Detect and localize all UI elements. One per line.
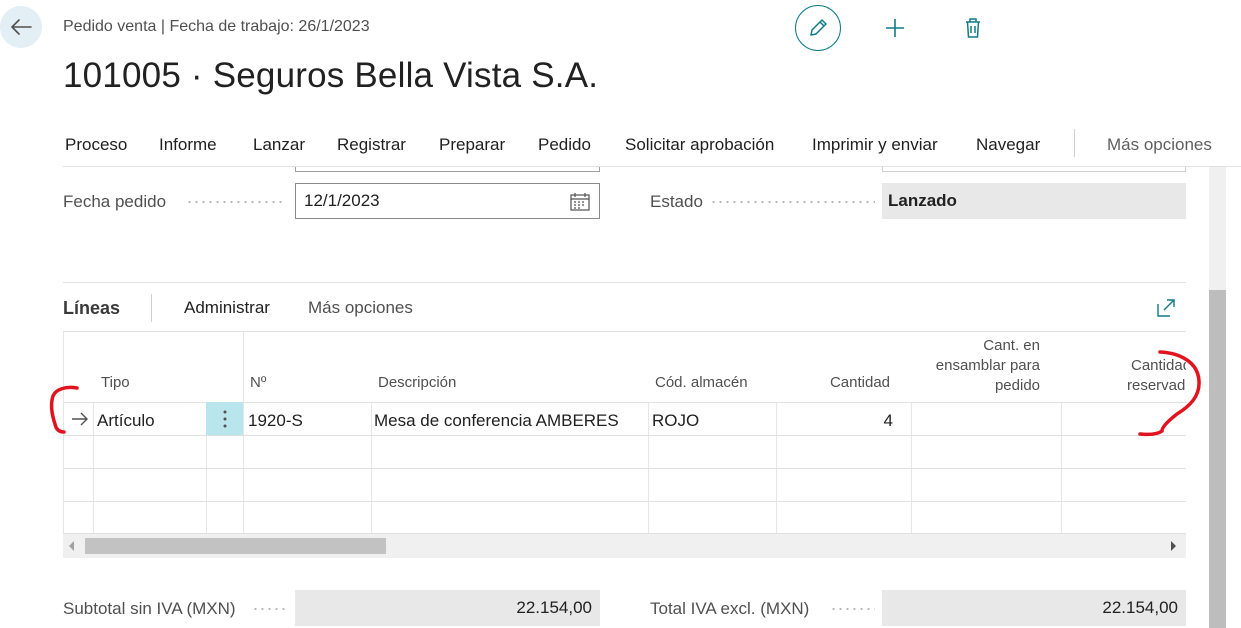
lines-mas-opciones[interactable]: Más opciones <box>308 298 413 318</box>
header-no[interactable]: Nº <box>250 373 266 393</box>
row-actions-button[interactable] <box>206 402 243 435</box>
row-divider <box>63 501 1186 502</box>
menu-preparar[interactable]: Preparar <box>439 135 505 155</box>
lines-separator <box>151 294 152 322</box>
previous-field-edge <box>295 167 600 172</box>
header-cantidad[interactable]: Cantidad <box>776 373 890 393</box>
header-cantidad-reservada[interactable]: Cantidad reservada <box>1103 356 1186 396</box>
trash-icon <box>966 18 980 38</box>
menu-registrar[interactable]: Registrar <box>337 135 406 155</box>
menu-solicitar-aprobacion[interactable]: Solicitar aprobación <box>625 135 774 155</box>
lines-grid: Tipo Nº Descripción Cód. almacén Cantida… <box>63 332 1186 534</box>
header-tipo[interactable]: Tipo <box>101 373 130 393</box>
cell-cantidad[interactable]: 4 <box>776 411 893 431</box>
edit-button[interactable] <box>795 5 841 51</box>
pencil-icon <box>810 19 827 36</box>
page-subtitle: Pedido venta | Fecha de trabajo: 26/1/20… <box>63 18 370 35</box>
menu-proceso[interactable]: Proceso <box>65 135 127 155</box>
order-date-label: Fecha pedido <box>63 192 167 211</box>
row-arrow-icon <box>72 412 88 426</box>
scroll-left-arrow[interactable] <box>69 541 74 551</box>
new-button[interactable] <box>881 14 909 42</box>
back-arrow-icon <box>10 19 32 35</box>
leader-dots <box>830 608 875 610</box>
horizontal-scroll-thumb[interactable] <box>85 538 386 554</box>
order-date-value: 12/1/2023 <box>304 191 380 210</box>
page-title: 101005 · Seguros Bella Vista S.A. <box>63 56 599 95</box>
cell-tipo[interactable]: Artículo <box>97 411 155 431</box>
subtotal-label: Subtotal sin IVA (MXN) <box>63 599 236 618</box>
status-label: Estado <box>650 192 703 211</box>
kebab-icon <box>223 410 226 427</box>
expand-icon[interactable] <box>1156 298 1176 318</box>
calendar-icon[interactable] <box>570 193 590 211</box>
row-divider <box>63 435 1186 436</box>
menu-separator <box>1074 129 1075 157</box>
plus-icon <box>886 19 904 37</box>
menu-imprimir-y-enviar[interactable]: Imprimir y enviar <box>812 135 938 155</box>
cell-descripcion[interactable]: Mesa de conferencia AMBERES <box>374 411 619 431</box>
row-divider <box>63 468 1186 469</box>
cell-cod-almacen[interactable]: ROJO <box>652 411 699 431</box>
menu-navegar[interactable]: Navegar <box>976 135 1040 155</box>
total-value: 22.154,00 <box>882 590 1186 626</box>
lines-administrar[interactable]: Administrar <box>184 298 270 318</box>
order-date-field[interactable]: 12/1/2023 <box>295 183 600 219</box>
cell-no[interactable]: 1920-S <box>248 411 303 431</box>
header-cod-almacen[interactable]: Cód. almacén <box>655 373 748 393</box>
horizontal-scrollbar[interactable] <box>63 534 1186 558</box>
scroll-right-arrow[interactable] <box>1171 541 1176 551</box>
menu-mas-opciones[interactable]: Más opciones <box>1107 135 1212 155</box>
lines-title: Líneas <box>63 298 121 318</box>
subtotal-value: 22.154,00 <box>295 590 600 626</box>
header-cant-ensamblar[interactable]: Cant. en ensamblar para pedido <box>911 336 1040 396</box>
menu-pedido[interactable]: Pedido <box>538 135 591 155</box>
delete-button[interactable] <box>959 14 987 42</box>
previous-field-edge <box>882 167 1186 172</box>
leader-dots <box>710 201 875 203</box>
status-value: Lanzado <box>882 183 1186 219</box>
vertical-scrollbar[interactable] <box>1209 167 1226 628</box>
menu-lanzar[interactable]: Lanzar <box>253 135 305 155</box>
leader-dots <box>252 608 288 610</box>
column-divider <box>243 332 244 534</box>
menu-informe[interactable]: Informe <box>159 135 217 155</box>
total-label: Total IVA excl. (MXN) <box>650 599 810 618</box>
vertical-scroll-thumb[interactable] <box>1209 290 1226 628</box>
section-divider <box>63 282 1186 283</box>
column-divider <box>63 332 64 534</box>
action-menu-bar: Proceso Informe Lanzar Registrar Prepara… <box>63 123 1241 167</box>
header-descripcion[interactable]: Descripción <box>378 373 456 393</box>
back-button[interactable] <box>0 6 42 48</box>
leader-dots <box>186 201 286 203</box>
